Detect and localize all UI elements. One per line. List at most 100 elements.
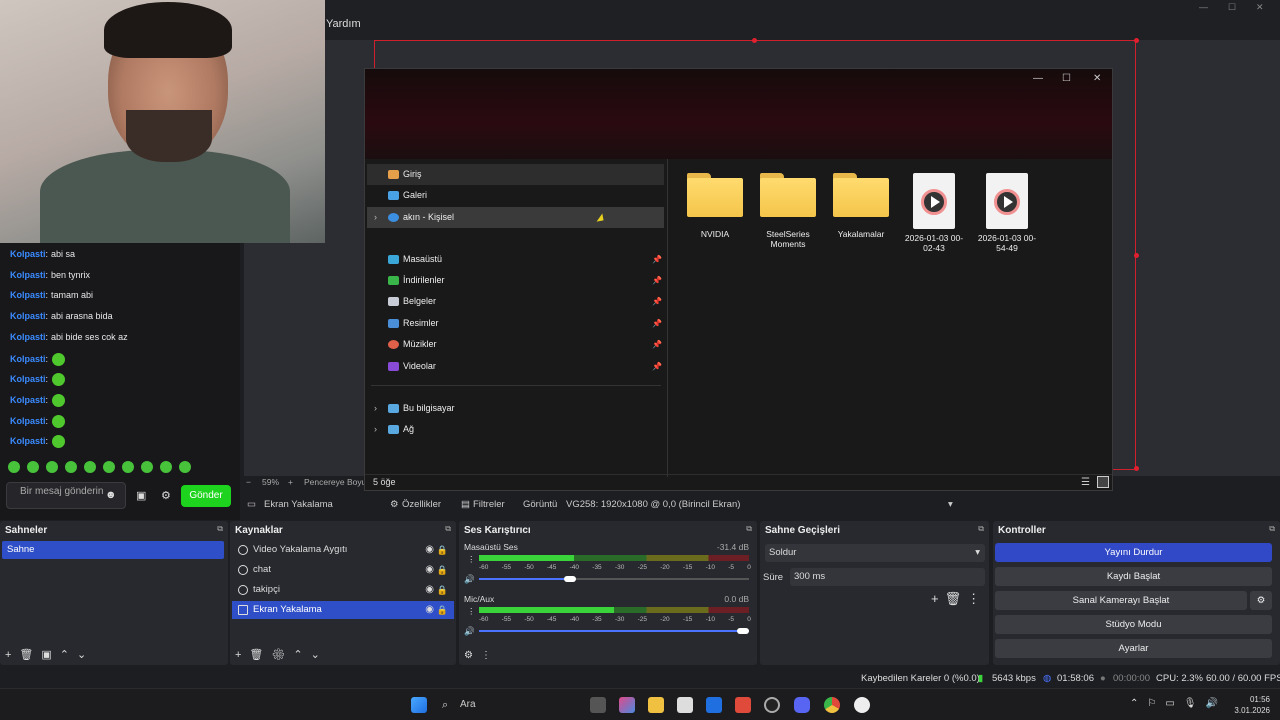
system-tray-icons[interactable]: ⌃⚐▭🎙🔊	[1130, 698, 1227, 709]
chat-username[interactable]: Kolpasti	[10, 249, 46, 259]
resize-handle[interactable]	[1134, 38, 1139, 43]
resize-handle[interactable]	[752, 38, 757, 43]
source-item[interactable]: Video Yakalama Aygıtı ◉ 🔒	[232, 541, 454, 559]
source-controls[interactable]: +🗑⚙⌃⌄	[235, 648, 328, 661]
visibility-icon[interactable]: ◉	[425, 541, 434, 559]
source-item[interactable]: chat ◉ 🔒	[232, 561, 454, 579]
pin-icon[interactable]: 📌	[652, 356, 662, 377]
nav-onedrive-personal[interactable]: › akın - Kişisel	[367, 207, 664, 228]
nav-pictures[interactable]: Resimler 📌	[367, 313, 664, 334]
transition-select[interactable]: Soldur ▾	[765, 544, 985, 562]
chevron-right-icon[interactable]: ›	[374, 398, 377, 419]
duration-input[interactable]: 300 ms	[790, 568, 985, 586]
pin-icon[interactable]: 📌	[652, 249, 662, 270]
volume-knob[interactable]	[564, 576, 577, 582]
copilot-icon[interactable]	[619, 697, 635, 713]
close-icon[interactable]: ✕	[1256, 2, 1264, 13]
mixer-controls[interactable]: ⚙⋮	[464, 650, 499, 661]
video-file-item[interactable]: 2026-01-03 00-54-49	[975, 173, 1039, 253]
undock-icon[interactable]: ⧉	[978, 524, 984, 534]
chat-username[interactable]: Kolpasti	[10, 374, 46, 384]
app-icon[interactable]	[735, 697, 751, 713]
tiles-view-icon[interactable]	[1097, 476, 1109, 488]
nav-documents[interactable]: Belgeler 📌	[367, 291, 664, 312]
lock-icon[interactable]: 🔒	[437, 581, 448, 599]
scene-controls[interactable]: +🗑▣⌃⌄	[5, 648, 94, 661]
studio-mode-button[interactable]: Stüdyo Modu	[995, 615, 1272, 634]
chat-username[interactable]: Kolpasti	[10, 311, 46, 321]
gear-icon[interactable]: ⚙	[1250, 591, 1272, 610]
source-item[interactable]: takipçi ◉ 🔒	[232, 581, 454, 599]
undock-icon[interactable]: ⧉	[746, 524, 752, 534]
channel-menu-icon[interactable]: ⋮	[467, 554, 476, 565]
resize-handle[interactable]	[1134, 466, 1139, 471]
stop-stream-button[interactable]: Yayını Durdur	[995, 543, 1272, 562]
folder-item[interactable]: NVIDIA	[683, 173, 747, 239]
file-explorer-icon[interactable]	[648, 697, 664, 713]
properties-button[interactable]: Özellikler	[402, 499, 441, 510]
obs-icon[interactable]	[764, 697, 780, 713]
gift-icon[interactable]: ▣	[136, 489, 146, 502]
resize-handle[interactable]	[1134, 253, 1139, 258]
chevron-down-icon[interactable]: ▾	[948, 499, 953, 510]
chevron-right-icon[interactable]: ›	[374, 419, 377, 440]
folder-item[interactable]: Yakalamalar	[829, 173, 893, 239]
nav-videos[interactable]: Videolar 📌	[367, 356, 664, 377]
mail-icon[interactable]	[706, 697, 722, 713]
transition-controls[interactable]: +🗑⋮	[931, 591, 986, 607]
nav-desktop[interactable]: Masaüstü 📌	[367, 249, 664, 270]
chat-username[interactable]: Kolpasti	[10, 395, 46, 405]
lock-icon[interactable]: 🔒	[437, 561, 448, 579]
minimize-icon[interactable]: —	[1199, 2, 1208, 12]
speaker-icon[interactable]: 🔊	[464, 574, 475, 585]
taskbar-search[interactable]: ⌕ Ara	[438, 694, 588, 716]
lock-icon[interactable]: 🔒	[437, 601, 448, 619]
zoom-out-icon[interactable]: −	[246, 477, 251, 487]
settings-app-icon[interactable]	[854, 697, 870, 713]
send-button[interactable]: Gönder	[181, 485, 231, 507]
scene-item[interactable]: Sahne	[2, 541, 224, 559]
chat-username[interactable]: Kolpasti	[10, 353, 46, 363]
store-icon[interactable]	[677, 697, 693, 713]
pin-icon[interactable]: 📌	[652, 270, 662, 291]
nav-music[interactable]: Müzikler 📌	[367, 334, 664, 355]
pin-icon[interactable]: 📌	[652, 291, 662, 312]
pin-icon[interactable]: 📌	[652, 313, 662, 334]
menu-help[interactable]: Yardım	[326, 18, 361, 30]
gear-icon[interactable]: ⚙	[161, 489, 171, 502]
chevron-right-icon[interactable]: ›	[374, 207, 377, 228]
lock-icon[interactable]: 🔒	[437, 541, 448, 559]
windows-start-icon[interactable]	[411, 697, 427, 713]
nav-downloads[interactable]: İndirilenler 📌	[367, 270, 664, 291]
settings-button[interactable]: Ayarlar	[995, 639, 1272, 658]
undock-icon[interactable]: ⧉	[1269, 524, 1275, 534]
chat-username[interactable]: Kolpasti	[10, 436, 46, 446]
undock-icon[interactable]: ⧉	[217, 524, 223, 534]
taskbar-clock[interactable]: 01:56 3.01.2026	[1234, 694, 1270, 716]
explorer-close-icon[interactable]: ✕	[1093, 73, 1101, 84]
emoji-icon[interactable]: ☻	[105, 489, 117, 501]
zoom-in-icon[interactable]: +	[288, 477, 293, 487]
chat-username[interactable]: Kolpasti	[10, 332, 46, 342]
video-file-item[interactable]: 2026-01-03 00-02-43	[902, 173, 966, 253]
visibility-icon[interactable]: ◉	[425, 601, 434, 619]
chat-username[interactable]: Kolpasti	[10, 270, 46, 280]
details-view-icon[interactable]: ☰	[1081, 477, 1090, 488]
filters-button[interactable]: Filtreler	[473, 499, 505, 510]
maximize-icon[interactable]: ☐	[1228, 2, 1236, 13]
task-view-icon[interactable]	[590, 697, 606, 713]
speaker-icon[interactable]: 🔊	[464, 626, 475, 637]
virtual-camera-button[interactable]: Sanal Kamerayı Başlat	[995, 591, 1247, 610]
fit-to-window-button[interactable]: Pencereye Boyutl	[304, 477, 364, 487]
chat-username[interactable]: Kolpasti	[10, 415, 46, 425]
nav-home[interactable]: Giriş	[367, 164, 664, 185]
explorer-minimize-icon[interactable]: —	[1033, 73, 1043, 84]
visibility-icon[interactable]: ◉	[425, 581, 434, 599]
nav-gallery[interactable]: Galeri	[367, 185, 664, 206]
channel-menu-icon[interactable]: ⋮	[467, 606, 476, 617]
nav-network[interactable]: › Ağ	[367, 419, 664, 440]
emote-picker-row[interactable]	[8, 461, 198, 475]
explorer-maximize-icon[interactable]: ☐	[1062, 73, 1071, 84]
chrome-icon[interactable]	[824, 697, 840, 713]
pin-icon[interactable]: 📌	[652, 334, 662, 355]
